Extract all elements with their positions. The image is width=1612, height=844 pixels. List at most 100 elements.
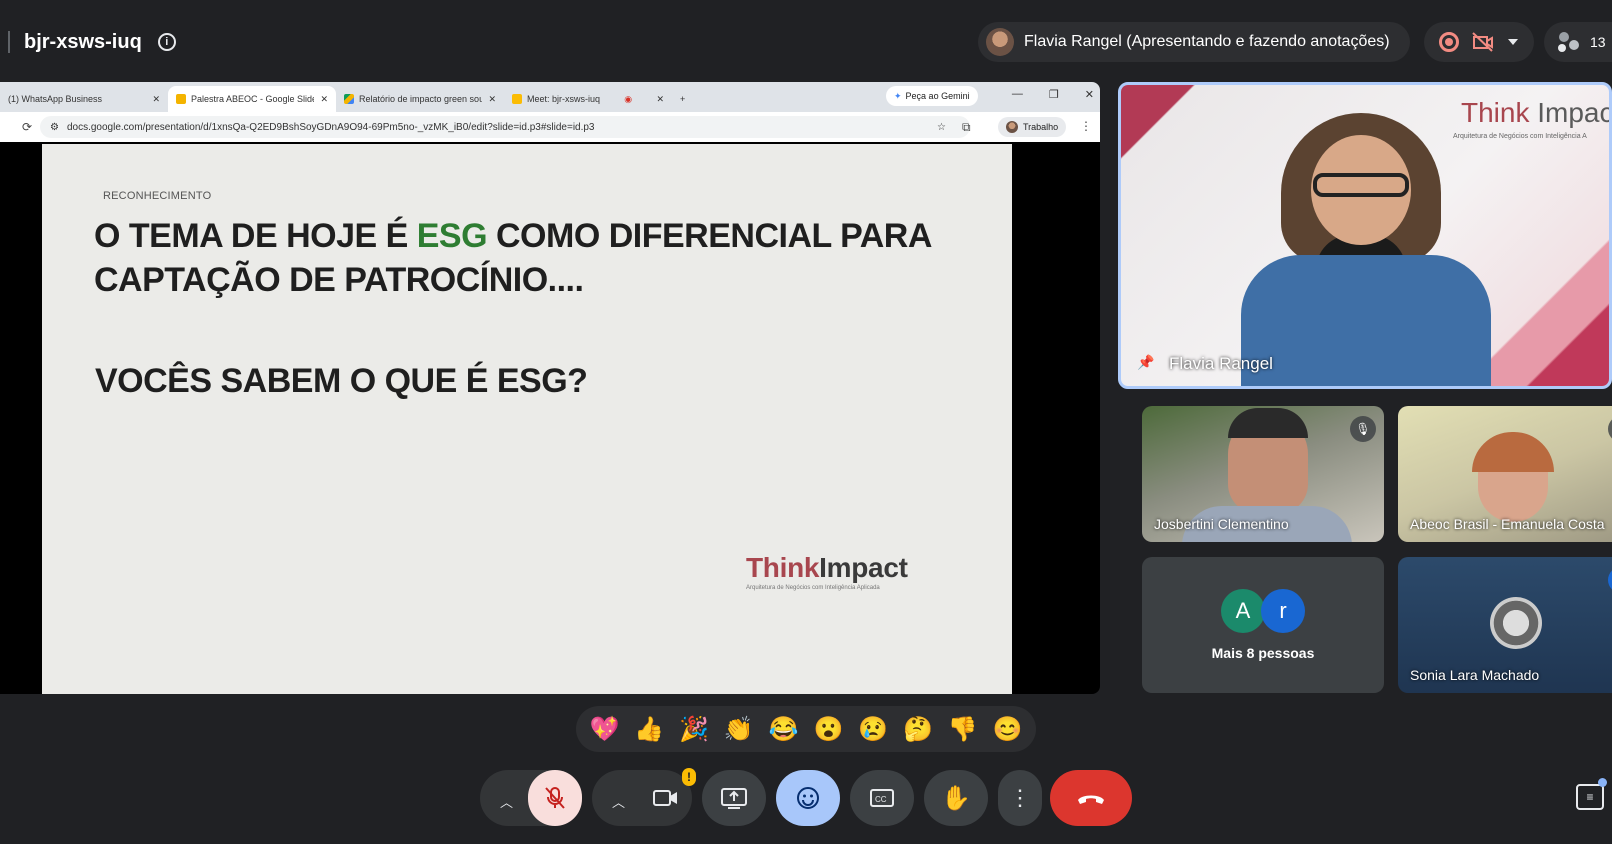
minimize-icon[interactable]: — [1012, 88, 1023, 101]
site-info-icon[interactable]: ⚙ [50, 122, 59, 133]
recording-icon[interactable] [1438, 32, 1459, 52]
browser-tab-drive[interactable]: Relatório de impacto green sou ✕ [336, 86, 504, 112]
emoji-icon [797, 787, 819, 809]
reaction-thumbs-down[interactable]: 👎 [948, 715, 978, 744]
reactions-button[interactable] [776, 770, 840, 826]
info-icon[interactable]: i [157, 33, 176, 51]
drive-icon [344, 94, 354, 104]
avatar-group: A r [1142, 589, 1384, 633]
close-tab-icon[interactable]: ✕ [488, 94, 496, 105]
tab-title: Relatório de impacto green sou [359, 94, 483, 104]
bookmark-star-icon[interactable]: ☆ [937, 122, 946, 133]
chat-icon[interactable]: ≡ [1576, 784, 1604, 810]
logo-text: Impact [819, 552, 908, 583]
reload-icon[interactable]: ⟳ [22, 120, 32, 134]
add-reaction-icon[interactable]: 😊 [993, 715, 1023, 744]
presenter-label: Flavia Rangel (Apresentando e fazendo an… [1024, 33, 1390, 50]
mic-off-icon: 🎙 [1608, 416, 1612, 442]
notification-dot [1598, 778, 1607, 787]
pin-icon[interactable]: 📌 [1137, 354, 1154, 371]
browser-toolbar: ⟳ ⚙ docs.google.com/presentation/d/1xnsQ… [0, 112, 1100, 142]
captions-button[interactable]: CC [850, 770, 914, 826]
captions-icon: CC [870, 789, 894, 807]
close-tab-icon[interactable]: ✕ [152, 94, 160, 105]
new-tab-button[interactable]: + [672, 86, 702, 112]
headline-accent: ESG [416, 217, 488, 255]
more-vert-icon: ⋮ [1009, 785, 1031, 810]
slide-headline: O TEMA DE HOJE É ESG COMO DIFERENCIAL PA… [94, 214, 974, 302]
shared-screen: (1) WhatsApp Business ✕ Palestra ABEOC -… [0, 82, 1100, 694]
slide-kicker: RECONHECIMENTO [103, 190, 212, 202]
reaction-surprised[interactable]: 😮 [813, 715, 843, 744]
phone-hangup-icon [1078, 795, 1104, 804]
tab-title: Meet: bjr-xsws-iuq [527, 94, 601, 104]
reaction-thinking[interactable]: 🤔 [903, 715, 933, 744]
browser-tab-slides[interactable]: Palestra ABEOC - Google Slides ✕ [168, 86, 336, 112]
reaction-thumbs-up[interactable]: 👍 [634, 715, 664, 744]
gemini-button[interactable]: ✦ Peça ao Gemini [886, 86, 978, 106]
participant-count: 13 [1590, 34, 1606, 50]
reactions-bar: 💖 👍 🎉 👏 😂 😮 😢 🤔 👎 😊 [576, 706, 1036, 752]
presenter-chip[interactable]: Flavia Rangel (Apresentando e fazendo an… [978, 22, 1410, 62]
participant-tile[interactable]: 🎙 Abeoc Brasil - Emanuela Costa [1398, 406, 1612, 542]
warning-badge: ! [682, 768, 696, 786]
people-button[interactable]: 13 [1544, 22, 1612, 62]
microphone-button[interactable] [528, 770, 582, 826]
reaction-heart[interactable]: 💖 [589, 715, 619, 744]
presentation-slide: RECONHECIMENTO O TEMA DE HOJE É ESG COMO… [42, 144, 1012, 694]
chevron-down-icon[interactable] [1507, 38, 1519, 46]
meeting-code-group: bjr-xsws-iuq i [8, 28, 176, 56]
logo-text: Think [746, 552, 820, 583]
participant-tile[interactable]: 🎙 Josbertini Clementino [1142, 406, 1384, 542]
mic-off-icon [545, 787, 565, 809]
speaker-tile[interactable]: Think Impac Arquitetura de Negócios com … [1118, 82, 1612, 389]
participant-name: Sonia Lara Machado [1410, 667, 1540, 683]
present-button[interactable] [702, 770, 766, 826]
raise-hand-button[interactable]: ✋ [924, 770, 988, 826]
close-tab-icon[interactable]: ✕ [656, 94, 664, 105]
browser-tab-strip: (1) WhatsApp Business ✕ Palestra ABEOC -… [0, 82, 1100, 112]
plus-icon[interactable]: + [680, 94, 685, 104]
extensions-icon[interactable]: ⧉ [962, 120, 971, 135]
tab-title: (1) WhatsApp Business [8, 94, 103, 104]
address-bar[interactable]: ⚙ docs.google.com/presentation/d/1xnsQa-… [40, 116, 970, 138]
logo-tagline: Arquitetura de Negócios com Inteligência… [746, 585, 880, 591]
sparkle-icon: ✦ [894, 90, 902, 101]
reaction-sad[interactable]: 😢 [858, 715, 888, 744]
tab-title: Palestra ABEOC - Google Slides [191, 94, 315, 104]
presenter-avatar [986, 28, 1014, 56]
meet-icon [512, 94, 522, 104]
virtual-background-title: Think Impac [1461, 97, 1612, 128]
hand-icon: ✋ [941, 784, 971, 812]
restore-icon[interactable]: ❐ [1049, 88, 1059, 101]
slide-question: VOCÊS SABEM O QUE É ESG? [95, 362, 588, 400]
chevron-up-icon[interactable]: ︿ [500, 792, 513, 811]
speaker-video [1313, 173, 1409, 197]
avatar [1490, 597, 1542, 649]
close-icon[interactable]: ✕ [1085, 88, 1094, 101]
leave-call-button[interactable] [1050, 770, 1132, 826]
more-vert-icon[interactable]: ⋮ [1080, 119, 1092, 133]
profile-button[interactable]: Trabalho [998, 117, 1067, 137]
reaction-laugh[interactable]: 😂 [769, 715, 799, 744]
browser-tab-meet[interactable]: Meet: bjr-xsws-iuq ◉ ✕ [504, 86, 672, 112]
participant-name: Josbertini Clementino [1154, 516, 1289, 532]
chevron-up-icon[interactable]: ︿ [612, 792, 625, 811]
mic-off-icon: 🎙 [1608, 567, 1612, 593]
participant-name: Abeoc Brasil - Emanuela Costa [1410, 516, 1605, 532]
speaker-video [1241, 255, 1491, 386]
camera-off-icon[interactable] [1472, 32, 1494, 52]
meeting-code: bjr-xsws-iuq [24, 30, 142, 53]
people-icon [1558, 32, 1579, 52]
thinkimpact-logo: ThinkImpact Arquitetura de Negócios com … [746, 552, 908, 591]
recording-controls[interactable] [1424, 22, 1534, 62]
reaction-clap[interactable]: 👏 [724, 715, 754, 744]
more-options-button[interactable]: ⋮ [998, 770, 1042, 826]
avatar: r [1261, 589, 1305, 633]
reaction-party[interactable]: 🎉 [679, 715, 709, 744]
browser-tab-whatsapp[interactable]: (1) WhatsApp Business ✕ [0, 86, 168, 112]
avatar: A [1221, 589, 1265, 633]
participant-tile[interactable]: 🎙 Sonia Lara Machado [1398, 557, 1612, 693]
close-tab-icon[interactable]: ✕ [320, 94, 328, 105]
more-participants-tile[interactable]: A r Mais 8 pessoas [1142, 557, 1384, 693]
